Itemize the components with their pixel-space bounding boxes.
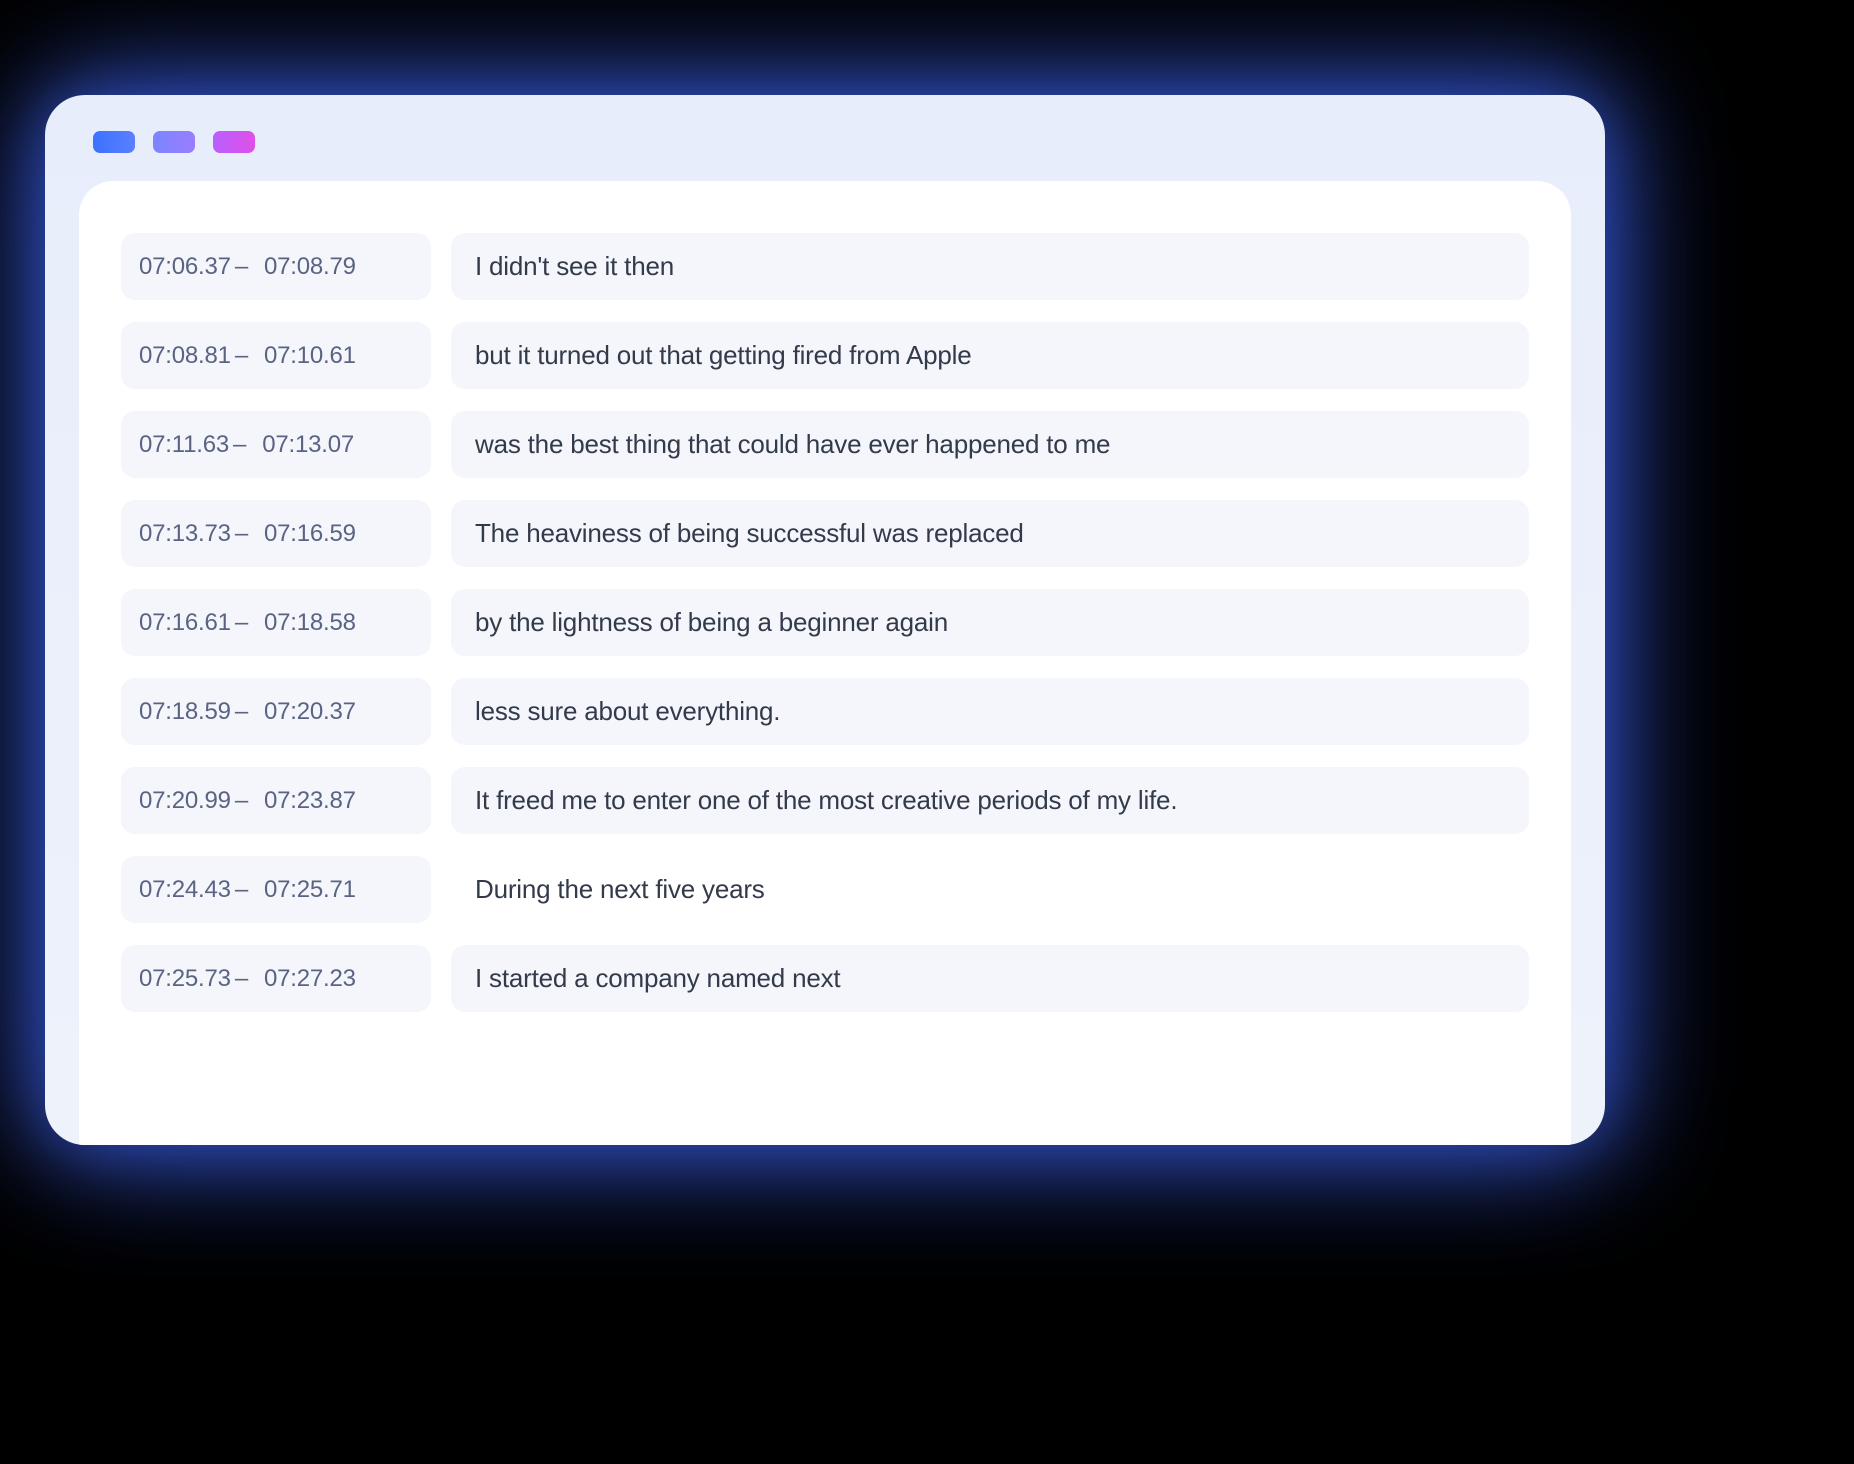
transcript-row[interactable]: 07:13.73 – 07:16.59 The heaviness of bei…	[121, 500, 1529, 567]
timestamp-cell[interactable]: 07:18.59 – 07:20.37	[121, 678, 431, 745]
timestamp-dash: –	[233, 431, 246, 459]
transcript-text: but it turned out that getting fired fro…	[475, 340, 971, 371]
transcript-row[interactable]: 07:20.99 – 07:23.87 It freed me to enter…	[121, 767, 1529, 834]
timestamp-dash: –	[235, 965, 248, 993]
timestamp-start: 07:11.63	[139, 431, 229, 459]
window-control-dot-3[interactable]	[213, 131, 255, 153]
timestamp-cell[interactable]: 07:24.43 – 07:25.71	[121, 856, 431, 923]
transcript-text: was the best thing that could have ever …	[475, 429, 1110, 460]
timestamp-dash: –	[235, 609, 248, 637]
transcript-row[interactable]: 07:16.61 – 07:18.58 by the lightness of …	[121, 589, 1529, 656]
transcript-text: I didn't see it then	[475, 251, 674, 282]
transcript-text-cell[interactable]: It freed me to enter one of the most cre…	[451, 767, 1529, 834]
transcript-text-cell[interactable]: less sure about everything.	[451, 678, 1529, 745]
timestamp-cell[interactable]: 07:20.99 – 07:23.87	[121, 767, 431, 834]
window-control-dot-1[interactable]	[93, 131, 135, 153]
transcript-row[interactable]: 07:24.43 – 07:25.71 During the next five…	[121, 856, 1529, 923]
transcript-text: less sure about everything.	[475, 696, 780, 727]
timestamp-dash: –	[235, 342, 248, 370]
timestamp-start: 07:06.37	[139, 253, 231, 281]
window-controls	[79, 123, 1571, 181]
timestamp-cell[interactable]: 07:11.63 – 07:13.07	[121, 411, 431, 478]
transcript-row[interactable]: 07:25.73 – 07:27.23 I started a company …	[121, 945, 1529, 1012]
timestamp-end: 07:16.59	[264, 520, 356, 548]
timestamp-end: 07:25.71	[264, 876, 356, 904]
timestamp-dash: –	[235, 698, 248, 726]
transcript-text-cell[interactable]: by the lightness of being a beginner aga…	[451, 589, 1529, 656]
transcript-text: I started a company named next	[475, 963, 840, 994]
timestamp-start: 07:08.81	[139, 342, 231, 370]
transcript-text-cell[interactable]: but it turned out that getting fired fro…	[451, 322, 1529, 389]
timestamp-start: 07:18.59	[139, 698, 231, 726]
transcript-text-cell[interactable]: I didn't see it then	[451, 233, 1529, 300]
transcript-text-cell[interactable]: During the next five years	[451, 856, 1529, 923]
timestamp-dash: –	[235, 253, 248, 281]
timestamp-end: 07:20.37	[264, 698, 356, 726]
transcript-text: It freed me to enter one of the most cre…	[475, 785, 1177, 816]
transcript-panel: 07:06.37 – 07:08.79 I didn't see it then…	[79, 181, 1571, 1145]
window-control-dot-2[interactable]	[153, 131, 195, 153]
timestamp-start: 07:20.99	[139, 787, 231, 815]
timestamp-end: 07:10.61	[264, 342, 356, 370]
transcript-text-cell[interactable]: was the best thing that could have ever …	[451, 411, 1529, 478]
timestamp-cell[interactable]: 07:25.73 – 07:27.23	[121, 945, 431, 1012]
timestamp-cell[interactable]: 07:06.37 – 07:08.79	[121, 233, 431, 300]
transcript-row[interactable]: 07:18.59 – 07:20.37 less sure about ever…	[121, 678, 1529, 745]
transcript-row[interactable]: 07:08.81 – 07:10.61 but it turned out th…	[121, 322, 1529, 389]
timestamp-dash: –	[235, 787, 248, 815]
transcript-text: The heaviness of being successful was re…	[475, 518, 1024, 549]
timestamp-dash: –	[235, 520, 248, 548]
transcript-window: 07:06.37 – 07:08.79 I didn't see it then…	[45, 95, 1605, 1145]
transcript-row[interactable]: 07:06.37 – 07:08.79 I didn't see it then	[121, 233, 1529, 300]
timestamp-end: 07:27.23	[264, 965, 356, 993]
transcript-row[interactable]: 07:11.63 – 07:13.07 was the best thing t…	[121, 411, 1529, 478]
transcript-text: During the next five years	[475, 874, 765, 905]
timestamp-end: 07:08.79	[264, 253, 356, 281]
timestamp-cell[interactable]: 07:08.81 – 07:10.61	[121, 322, 431, 389]
transcript-text-cell[interactable]: I started a company named next	[451, 945, 1529, 1012]
transcript-text: by the lightness of being a beginner aga…	[475, 607, 948, 638]
timestamp-cell[interactable]: 07:13.73 – 07:16.59	[121, 500, 431, 567]
timestamp-start: 07:13.73	[139, 520, 231, 548]
timestamp-end: 07:13.07	[262, 431, 354, 459]
transcript-text-cell[interactable]: The heaviness of being successful was re…	[451, 500, 1529, 567]
timestamp-start: 07:16.61	[139, 609, 231, 637]
timestamp-dash: –	[235, 876, 248, 904]
timestamp-cell[interactable]: 07:16.61 – 07:18.58	[121, 589, 431, 656]
timestamp-end: 07:23.87	[264, 787, 356, 815]
timestamp-end: 07:18.58	[264, 609, 356, 637]
timestamp-start: 07:25.73	[139, 965, 231, 993]
timestamp-start: 07:24.43	[139, 876, 231, 904]
